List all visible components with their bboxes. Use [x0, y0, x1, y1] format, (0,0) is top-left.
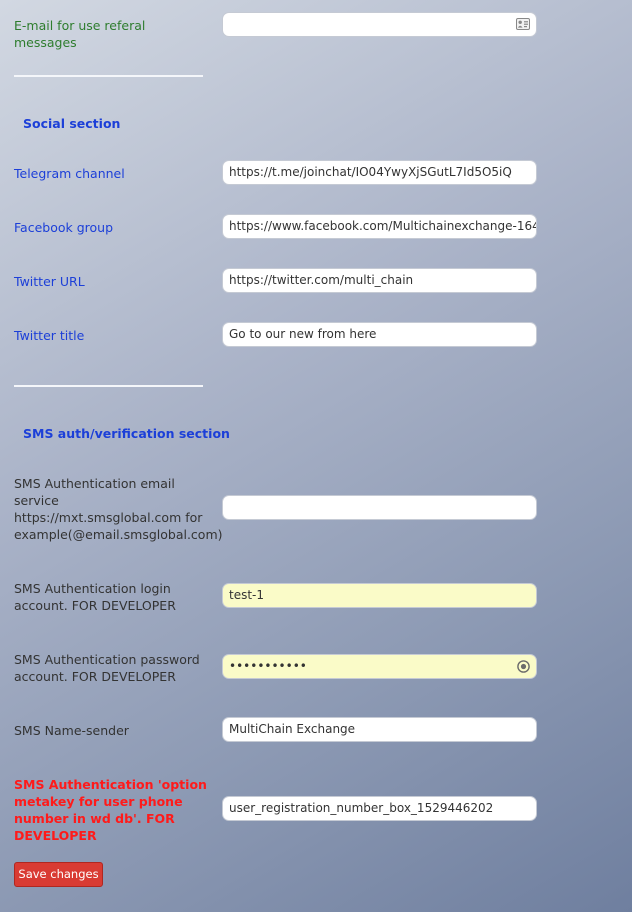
email-referal-label: E-mail for use referal messages: [14, 18, 146, 50]
twitter-title-label: Twitter title: [14, 328, 85, 343]
sms-metakey-input[interactable]: user_registration_number_box_1529446202: [222, 796, 537, 821]
facebook-input[interactable]: https://www.facebook.com/Multichainexcha…: [222, 214, 537, 239]
sms-login-label: SMS Authentication login account. FOR DE…: [14, 581, 176, 613]
sms-password-label: SMS Authentication password account. FOR…: [14, 652, 200, 684]
twitter-url-label: Twitter URL: [14, 274, 85, 289]
sms-login-input[interactable]: test-1: [222, 583, 537, 608]
sms-section-title: SMS auth/verification section: [23, 426, 230, 441]
telegram-input[interactable]: https://t.me/joinchat/IO04YwyXjSGutL7Id5…: [222, 160, 537, 185]
divider-1: [14, 75, 203, 77]
sms-password-value: •••••••••••: [229, 659, 307, 673]
contact-card-icon[interactable]: [516, 18, 530, 30]
email-referal-input[interactable]: [222, 12, 537, 37]
sms-name-sender-label: SMS Name-sender: [14, 723, 129, 738]
twitter-url-input[interactable]: https://twitter.com/multi_chain: [222, 268, 537, 293]
telegram-label: Telegram channel: [14, 166, 125, 181]
sms-email-service-label: SMS Authentication email service https:/…: [14, 476, 223, 542]
sms-password-input[interactable]: •••••••••••: [222, 654, 537, 679]
sms-email-service-input[interactable]: [222, 495, 537, 520]
save-changes-button[interactable]: Save changes: [14, 862, 103, 887]
divider-2: [14, 385, 203, 387]
twitter-title-input[interactable]: Go to our new from here: [222, 322, 537, 347]
social-section-title: Social section: [23, 116, 121, 131]
sms-name-sender-input[interactable]: MultiChain Exchange: [222, 717, 537, 742]
sms-metakey-label: SMS Authentication 'option metakey for u…: [14, 777, 207, 843]
password-reveal-icon[interactable]: [517, 660, 530, 673]
facebook-label: Facebook group: [14, 220, 114, 235]
